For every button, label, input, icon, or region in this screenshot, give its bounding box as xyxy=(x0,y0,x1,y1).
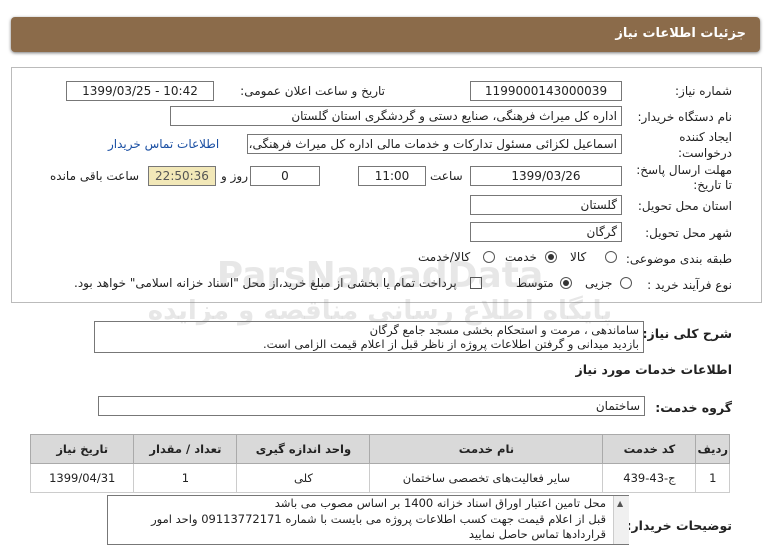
buyer-notes-line-3: قراردادها تماس حاصل نمایید xyxy=(468,527,606,541)
days-field[interactable]: 0 xyxy=(250,166,320,186)
notes-scrollbar[interactable]: ▲ xyxy=(613,496,629,544)
table-row[interactable]: 1 ج-43-439 سایر فعالیت‌های تخصصی ساختمان… xyxy=(29,463,730,493)
deadline-time-field[interactable]: 11:00 xyxy=(358,166,426,186)
col-header-unit: واحد اندازه گیری xyxy=(236,434,371,464)
col-header-quantity: تعداد / مقدار xyxy=(133,434,238,464)
deadline-time-label: ساعت xyxy=(430,169,463,183)
process-radio-minor[interactable] xyxy=(620,277,632,289)
province-label: استان محل تحویل: xyxy=(637,199,732,213)
category-radio-goods[interactable] xyxy=(605,251,617,263)
cell-quantity: 1 xyxy=(133,463,238,493)
description-box: ساماندهی ، مرمت و استحکام بخشی مسجد جامع… xyxy=(94,321,644,353)
page-header: جزئیات اطلاعات نیاز xyxy=(11,17,760,52)
col-header-service-code: کد خدمت xyxy=(602,434,697,464)
category-option-goods: کالا xyxy=(570,250,587,264)
description-label: شرح کلی نیاز: xyxy=(642,326,732,341)
province-field[interactable]: گلستان xyxy=(470,195,622,215)
service-group-label: گروه خدمت: xyxy=(655,400,732,415)
city-field[interactable]: گرگان xyxy=(470,222,622,242)
need-number-label: شماره نیاز: xyxy=(675,84,732,98)
scroll-up-icon[interactable]: ▲ xyxy=(617,499,623,508)
need-number-field[interactable]: 1199000143000039 xyxy=(470,81,622,101)
deadline-label-line1: مهلت ارسال پاسخ: xyxy=(636,163,732,177)
col-header-row-number: ردیف xyxy=(695,434,730,464)
process-radio-medium[interactable] xyxy=(560,277,572,289)
deadline-date-field[interactable]: 1399/03/26 xyxy=(470,166,622,186)
cell-need-date: 1399/04/31 xyxy=(29,463,135,493)
category-option-goods-service: کالا/خدمت xyxy=(418,250,471,264)
services-table: ردیف کد خدمت نام خدمت واحد اندازه گیری ت… xyxy=(29,434,730,493)
process-option-minor: جزیی xyxy=(585,276,613,290)
days-label: روز و xyxy=(221,169,248,183)
process-option-medium: متوسط xyxy=(516,276,554,290)
category-option-service: خدمت xyxy=(505,250,537,264)
category-radio-goods-service[interactable] xyxy=(483,251,495,263)
category-radio-service[interactable] xyxy=(545,251,557,263)
services-section-title: اطلاعات خدمات مورد نیاز xyxy=(575,362,733,377)
description-line-2: بازدید میدانی و گرفتن اطلاعات پروژه از ن… xyxy=(262,337,639,351)
buyer-notes-label: توضیحات خریدار: xyxy=(626,518,732,533)
service-group-field[interactable]: ساختمان xyxy=(98,396,645,416)
treasury-payment-checkbox[interactable] xyxy=(470,277,482,289)
cell-row-number: 1 xyxy=(695,463,730,493)
buyer-contact-link[interactable]: اطلاعات تماس خریدار xyxy=(108,137,219,151)
city-label: شهر محل تحویل: xyxy=(645,226,732,240)
page-title: جزئیات اطلاعات نیاز xyxy=(615,26,746,41)
description-line-1: ساماندهی ، مرمت و استحکام بخشی مسجد جامع… xyxy=(369,323,639,337)
buyer-notes-line-2: قبل از اعلام قیمت جهت کسب اطلاعات پروژه … xyxy=(151,511,606,526)
announce-date-field[interactable]: 1399/03/25 - 10:42 xyxy=(66,81,214,101)
category-label: طبقه بندی موضوعی: xyxy=(625,252,732,266)
creator-label-line1: ایجاد کننده xyxy=(679,130,732,144)
deadline-label-line2: تا تاریخ: xyxy=(693,178,732,192)
cell-service-code: ج-43-439 xyxy=(602,463,697,493)
remaining-time-field: 22:50:36 xyxy=(148,166,216,186)
buyer-notes-line-1: محل تامین اعتبار اوراق اسناد خزانه 1400 … xyxy=(274,496,606,510)
buyer-label: نام دستگاه خریدار: xyxy=(637,110,733,124)
col-header-service-name: نام خدمت xyxy=(369,434,604,464)
cell-unit: کلی xyxy=(236,463,371,493)
announce-date-label: تاریخ و ساعت اعلان عمومی: xyxy=(240,84,385,98)
cell-service-name: سایر فعالیت‌های تخصصی ساختمان xyxy=(369,463,604,493)
remaining-time-label: ساعت باقی مانده xyxy=(50,169,140,183)
buyer-notes-box[interactable]: محل تامین اعتبار اوراق اسناد خزانه 1400 … xyxy=(107,495,629,545)
creator-field[interactable]: اسماعیل لکزائی مسئول تدارکات و خدمات مال… xyxy=(247,134,622,154)
col-header-need-date: تاریخ نیاز xyxy=(29,434,135,464)
table-header-row: ردیف کد خدمت نام خدمت واحد اندازه گیری ت… xyxy=(29,434,730,464)
process-label: نوع فرآیند خرید : xyxy=(647,278,732,292)
buyer-field[interactable]: اداره کل میراث فرهنگی، صنایع دستی و گردش… xyxy=(170,106,622,126)
creator-label-line2: درخواست: xyxy=(678,146,732,160)
treasury-payment-note: پرداخت تمام یا بخشی از مبلغ خرید،از محل … xyxy=(74,276,457,290)
